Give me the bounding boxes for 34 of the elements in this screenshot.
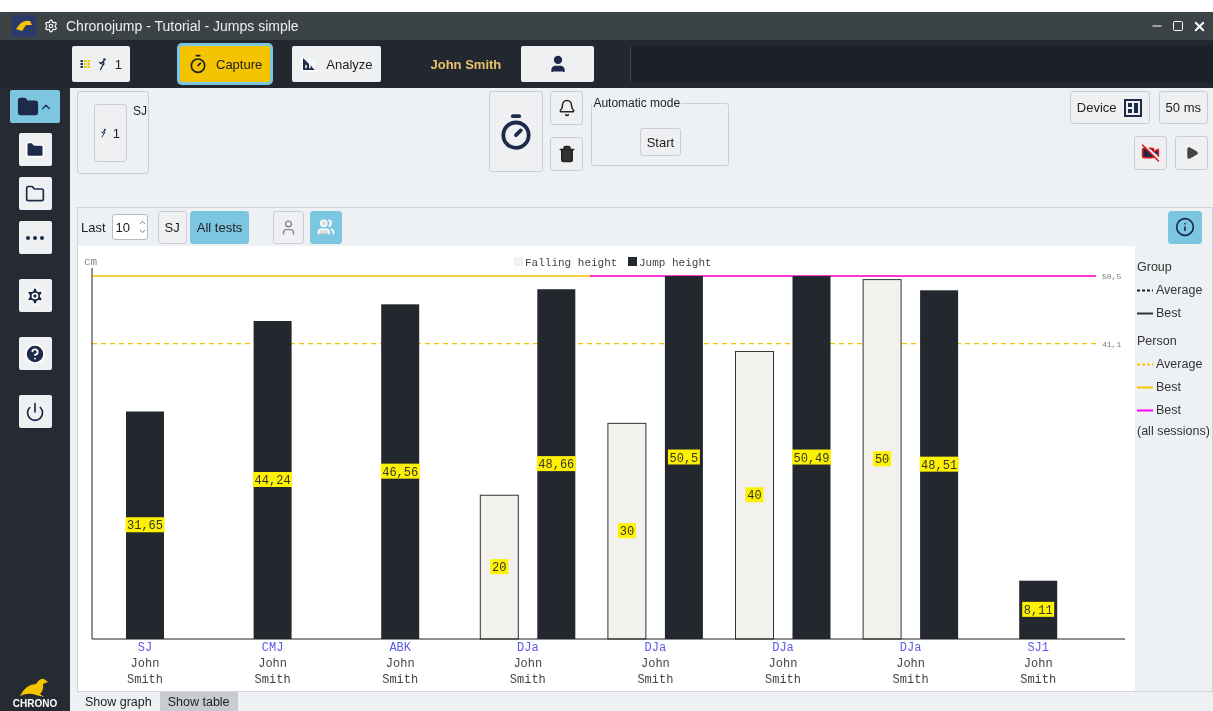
automatic-mode-title: Automatic mode [592,96,682,110]
legend-note: (all sessions) [1137,424,1211,438]
legend-label: Best [1156,403,1181,417]
value-label: 50 [873,451,892,468]
person-name: John Smith [430,56,502,72]
window-title: Chronojump - Tutorial - Jumps simple [66,18,300,34]
value-label: 44,24 [253,472,293,488]
category-label: CMJ John Smith [254,641,291,687]
legend-label: Average [1156,357,1203,371]
logo-text: CHRONO [12,698,58,709]
category-label: DJa John Smith [637,641,674,687]
reference-line: 50,5 [589,272,1122,281]
category-label: SJ1 John Smith [1020,641,1057,687]
category-label: DJa John Smith [765,641,801,687]
ref-line-label: 41,1 [1102,339,1122,349]
legend-heading: Person [1137,334,1178,348]
legend-label: Best [1156,380,1181,394]
category-label: DJa John Smith [509,641,546,687]
legend-heading: Group [1137,260,1173,274]
ref-line-label: 50,5 [1102,272,1122,281]
value-label: 48,66 [536,456,576,473]
legend-label: Best [1156,306,1181,320]
category-label: ABK John Smith [382,641,419,687]
value-label: 31,65 [125,517,165,534]
value-label: 20 [490,559,509,576]
legend-label: Jump height [639,256,712,269]
category-label: SJ John Smith [127,641,163,687]
category-label: DJa John Smith [892,641,929,687]
last-label: Last [81,219,106,235]
badge-number: 1 [114,56,122,72]
legend-label: Falling height [525,256,618,269]
test-type-label: SJ [133,104,147,120]
y-axis-unit: cm [84,256,98,268]
legend-label: Average [1156,283,1203,297]
